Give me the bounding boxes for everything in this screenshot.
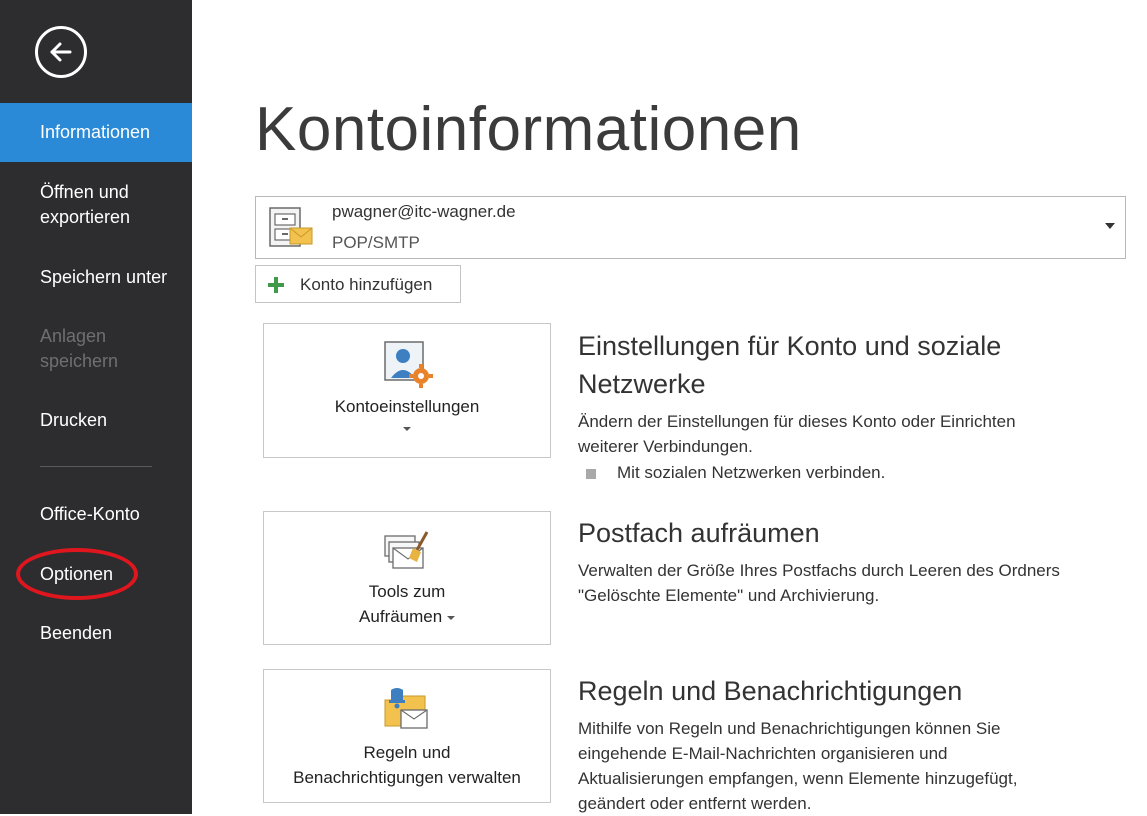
cleanup-broom-icon (384, 531, 429, 569)
sidebar-item-optionen[interactable]: Optionen (0, 562, 192, 587)
section-title-rules-alerts: Regeln und Benachrichtigungen (578, 676, 963, 706)
section-desc-cleanup: Verwalten der Größe Ihres Postfachs durc… (578, 561, 1060, 605)
chevron-down-icon (403, 427, 411, 431)
account-settings-button[interactable]: Kontoeinstellungen (263, 323, 551, 458)
account-settings-icon (384, 341, 433, 388)
add-account-button[interactable]: Konto hinzufügen (255, 265, 461, 303)
section-desc-rules-alerts: Mithilfe von Regeln und Benachrichtigung… (578, 719, 1018, 813)
page-title: Kontoinformationen (255, 95, 802, 164)
sidebar-item-anlagen-speichern: Anlagen speichern (40, 326, 119, 371)
plus-icon (268, 277, 284, 293)
manage-rules-alerts-button[interactable]: Regeln und Benachrichtigungen verwalten (263, 669, 551, 803)
arrow-left-icon (50, 42, 72, 62)
rules-alerts-icon (384, 688, 428, 729)
sidebar-item-office-konto[interactable]: Office-Konto (0, 502, 192, 527)
chevron-down-icon (446, 615, 455, 620)
chevron-down-icon (1105, 223, 1115, 229)
bullet-square-icon (586, 469, 596, 479)
sidebar-item-drucken[interactable]: Drucken (0, 408, 192, 433)
account-email: pwagner@itc-wagner.de (332, 202, 516, 221)
mailbox-icon (269, 207, 313, 247)
account-selector[interactable]: pwagner@itc-wagner.de POP/SMTP (255, 196, 1126, 259)
section-desc-account-settings: Ändern der Einstellungen für dieses Kont… (578, 412, 1016, 456)
sidebar-item-oeffnen-exportieren[interactable]: Öffnen und exportieren (0, 180, 152, 230)
cleanup-tools-button[interactable]: Tools zum Aufräumen (263, 511, 551, 645)
section-title-cleanup: Postfach aufräumen (578, 518, 820, 548)
sidebar-divider (40, 466, 152, 467)
backstage-sidebar: Informationen Öffnen und exportieren Spe… (0, 0, 192, 814)
account-type: POP/SMTP (332, 233, 420, 252)
sidebar-item-beenden[interactable]: Beenden (0, 621, 192, 646)
section-title-account-settings: Einstellungen für Konto und soziale Netz… (578, 331, 1002, 399)
sidebar-item-speichern-unter[interactable]: Speichern unter (0, 265, 192, 290)
sidebar-item-informationen[interactable]: Informationen (0, 103, 192, 162)
back-button[interactable] (35, 26, 87, 78)
